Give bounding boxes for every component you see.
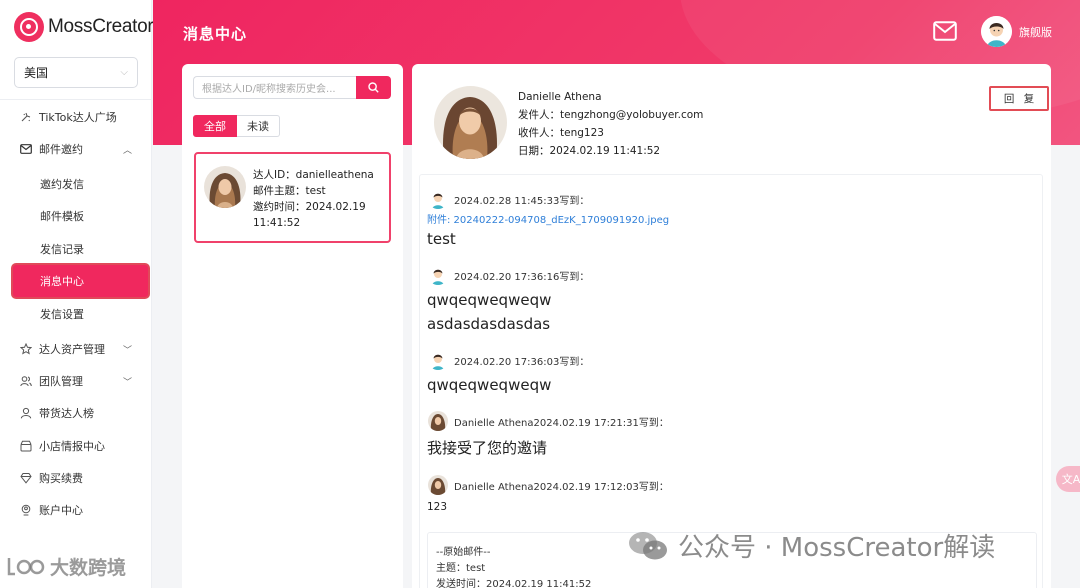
recipient-line: 收件人：teng123 <box>518 127 604 139</box>
card-invite-time: 邀约时间：2024.02.19 <box>253 201 366 213</box>
search-button[interactable] <box>356 76 391 99</box>
date-line: 日期：2024.02.19 11:41:52 <box>518 145 661 157</box>
card-creator-id: 达人ID：danielleathena <box>253 169 374 181</box>
message-timestamp: 2024.02.20 17:36:03写到： <box>454 356 590 368</box>
chevron-down-icon: ⌵ <box>120 67 128 78</box>
creator-name: Danielle Athena <box>518 91 602 103</box>
diamond-icon <box>20 472 32 484</box>
message-header: Danielle Athena2024.02.19 17:21:31写到： <box>428 411 669 431</box>
sidebar-item-mail-invite[interactable]: 邮件邀约 ︿ <box>20 139 140 159</box>
message-body: 我接受了您的邀请 <box>427 439 548 457</box>
sidebar-item-label: 达人资产管理 <box>39 343 105 356</box>
chevron-up-icon: ︿ <box>122 145 132 156</box>
translate-icon: 文A <box>1061 473 1080 486</box>
brand-logo[interactable]: MossCreator <box>14 12 154 42</box>
sidebar-item-label: TikTok达人广场 <box>39 111 117 124</box>
message-header: 2024.02.20 17:36:03写到： <box>428 350 589 370</box>
page-title: 消息中心 <box>183 25 248 43</box>
sidebar-item-label: 小店情报中心 <box>39 440 105 453</box>
card-invite-time-clock: 11:41:52 <box>253 217 301 229</box>
message-timestamp: Danielle Athena2024.02.19 17:21:31写到： <box>454 417 669 429</box>
sidebar-subitem-send-records[interactable]: 发信记录 <box>40 239 84 259</box>
country-value: 美国 <box>24 66 49 80</box>
sidebar-item-tiktok-plaza[interactable]: TikTok达人广场 <box>20 107 140 127</box>
message-body: 123 <box>427 501 448 513</box>
mail-icon <box>20 143 32 155</box>
sidebar-item-label: 邮件邀约 <box>39 143 83 156</box>
mail-icon[interactable] <box>933 21 957 41</box>
user-avatar[interactable] <box>981 16 1012 47</box>
sidebar-subitem-invite-send[interactable]: 邀约发信 <box>40 174 84 194</box>
watermark-right-text: 公众号 · MossCreator解读 <box>678 533 996 563</box>
wechat-icon <box>629 531 667 559</box>
creator-avatar <box>204 166 246 208</box>
creator-avatar-large <box>434 86 507 159</box>
account-icon <box>20 504 32 516</box>
sidebar-item-label: 购买续费 <box>39 472 83 485</box>
sparkle-icon <box>20 111 32 123</box>
watermark-right: 公众号 · MossCreator解读 <box>626 527 995 564</box>
sidebar-item-label: 团队管理 <box>39 375 83 388</box>
card-subject: 邮件主题：test <box>253 185 326 197</box>
tab-unread[interactable]: 未读 <box>237 115 280 137</box>
sidebar-item-sales-ranking[interactable]: 带货达人榜 <box>20 403 140 423</box>
creator-mini-avatar <box>428 475 448 495</box>
plan-label: 旗舰版 <box>1019 26 1052 39</box>
sidebar-item-label: 账户中心 <box>39 504 83 517</box>
sidebar-item-label: 带货达人榜 <box>39 407 94 420</box>
sidebar-subitem-send-settings[interactable]: 发信设置 <box>40 304 84 324</box>
mail-meta: Danielle Athena 发件人：tengzhong@yolobuyer.… <box>518 88 703 160</box>
filter-tabs: 全部 未读 <box>193 115 280 137</box>
sender-avatar <box>428 189 448 209</box>
star-icon <box>20 343 32 355</box>
creator-mini-avatar <box>428 411 448 431</box>
sidebar-item-asset-management[interactable]: 达人资产管理 ﹀ <box>20 339 140 359</box>
attachment-link[interactable]: 附件: 20240222-094708_dEzK_1709091920.jpeg <box>427 211 669 226</box>
logo-icon <box>14 12 44 42</box>
sidebar-item-team-management[interactable]: 团队管理 ﹀ <box>20 371 140 391</box>
sender-line: 发件人：tengzhong@yolobuyer.com <box>518 109 704 121</box>
watermark-left: 大数跨境 <box>6 553 126 580</box>
message-body: qwqeqweqweqw <box>427 291 552 309</box>
sidebar-divider <box>0 99 152 100</box>
quote-sent-time: 发送时间：2024.02.19 11:41:52 <box>436 579 592 588</box>
sidebar: MossCreator 美国 ⌵ TikTok达人广场 邮件邀约 ︿ 邀约发信 … <box>0 0 154 588</box>
message-body: test <box>427 230 456 248</box>
watermark-logo-icon <box>7 557 45 575</box>
sender-avatar <box>428 265 448 285</box>
message-timestamp: 2024.02.28 11:45:33写到： <box>454 195 590 207</box>
sidebar-subitem-mail-template[interactable]: 邮件模板 <box>40 206 84 226</box>
tab-all[interactable]: 全部 <box>193 115 237 137</box>
message-header: 2024.02.28 11:45:33写到： <box>428 189 589 209</box>
brand-name: MossCreator <box>48 16 154 37</box>
search-icon <box>368 82 379 93</box>
translate-button[interactable]: 文A <box>1056 466 1080 492</box>
search-input[interactable]: 根据达人ID/昵称搜索历史会... <box>193 76 356 99</box>
sidebar-subitem-message-center[interactable]: 消息中心 <box>13 265 148 297</box>
message-body: asdasdasdasdas <box>427 315 551 333</box>
message-detail-panel: Danielle Athena 发件人：tengzhong@yolobuyer.… <box>412 64 1051 588</box>
sidebar-item-account[interactable]: 账户中心 <box>20 500 140 520</box>
reply-button[interactable]: 回 复 <box>989 86 1049 111</box>
sidebar-item-shop-intel[interactable]: 小店情报中心 <box>20 436 140 456</box>
sender-avatar <box>428 350 448 370</box>
message-timestamp: 2024.02.20 17:36:16写到： <box>454 271 590 283</box>
user-icon <box>20 407 32 419</box>
team-icon <box>20 375 32 387</box>
card-text: 达人ID：danielleathena 邮件主题：test 邀约时间：2024.… <box>253 167 385 231</box>
sidebar-item-purchase[interactable]: 购买续费 <box>20 468 140 488</box>
conversation-list-panel: 根据达人ID/昵称搜索历史会... 全部 未读 达人ID：danielleath… <box>182 64 403 588</box>
message-timestamp: Danielle Athena2024.02.19 17:12:03写到： <box>454 481 669 493</box>
message-body: qwqeqweqweqw <box>427 376 552 394</box>
shop-icon <box>20 440 32 452</box>
country-select[interactable]: 美国 ⌵ <box>14 57 138 88</box>
message-header: 2024.02.20 17:36:16写到： <box>428 265 589 285</box>
conversation-card[interactable]: 达人ID：danielleathena 邮件主题：test 邀约时间：2024.… <box>194 152 391 243</box>
message-header: Danielle Athena2024.02.19 17:12:03写到： <box>428 475 669 495</box>
chevron-down-icon: ﹀ <box>122 377 132 388</box>
watermark-left-text: 大数跨境 <box>50 557 127 579</box>
chevron-down-icon: ﹀ <box>122 345 132 356</box>
message-thread: 2024.02.28 11:45:33写到： 附件: 20240222-0947… <box>419 174 1043 588</box>
